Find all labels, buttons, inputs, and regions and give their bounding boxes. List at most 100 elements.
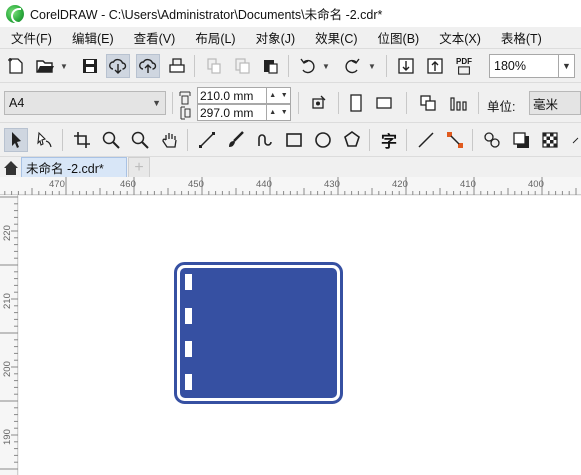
page-width-icon [178,89,192,105]
undo-dropdown-icon[interactable]: ▼ [322,62,330,71]
ruler-label-v: 190 [2,429,13,445]
eyedropper-tool-icon[interactable] [566,128,581,152]
horizontal-ruler[interactable]: 470 460 450 440 430 420 410 400 [0,177,581,195]
notebook-cover [180,268,337,398]
separator [194,55,195,77]
redo-dropdown-icon[interactable]: ▼ [368,62,376,71]
menu-bar: 文件(F) 编辑(E) 查看(V) 布局(L) 对象(J) 效果(C) 位图(B… [0,27,581,48]
text-tool-icon[interactable]: 字 [377,128,401,152]
separator [478,92,479,114]
zoom-tool-icon[interactable] [99,128,123,152]
export-icon[interactable] [423,54,447,78]
transparency-tool-icon[interactable] [538,128,562,152]
ruler-label-h: 410 [460,179,476,190]
menu-file[interactable]: 文件(F) [0,28,62,47]
redo-icon[interactable] [340,54,364,78]
pan-tool-icon[interactable] [158,128,182,152]
page-width-spinner[interactable]: ▲ ▼ [267,87,291,104]
connector-tool-icon[interactable] [443,128,467,152]
menu-layout[interactable]: 布局(L) [185,28,245,47]
polygon-tool-icon[interactable] [340,128,364,152]
units-label: 单位: [487,100,516,114]
menu-view[interactable]: 查看(V) [124,28,186,47]
artistic-media-tool-icon[interactable] [224,128,248,152]
page-height-icon [178,106,192,120]
cloud-upload-icon[interactable] [136,54,160,78]
vertical-ruler[interactable]: 220 210 200 190 [0,195,18,475]
home-icon[interactable] [2,159,20,177]
chevron-down-icon: ▼ [152,98,161,108]
ruler-label-v: 200 [2,361,13,377]
publish-pdf-icon[interactable]: PDF [452,54,476,78]
menu-text[interactable]: 文本(X) [429,28,491,47]
standard-toolbar: ▼ ▼ ▼ PDF 180% ▼ [0,48,581,82]
ruler-label-h: 400 [528,179,544,190]
undo-icon[interactable] [296,54,320,78]
pdf-label: PDF [456,57,472,66]
freehand-tool-icon[interactable] [195,128,219,152]
page-size-select[interactable]: A4 ▼ [4,91,166,115]
vertical-ruler-ticks: 220 210 200 190 [0,196,18,470]
property-bar: A4 ▼ 210.0 mm ▲ ▼ 297.0 mm ▲ ▼ 单位: 毫米 [0,82,581,122]
paste-icon[interactable] [258,54,282,78]
ruler-label-h: 430 [324,179,340,190]
separator [406,129,407,151]
shape-tool-icon[interactable] [33,128,57,152]
rectangle-tool-icon[interactable] [282,128,306,152]
pick-tool-icon[interactable] [4,128,28,152]
menu-effects[interactable]: 效果(C) [305,28,367,47]
open-dropdown-icon[interactable]: ▼ [60,62,68,71]
window-title: CorelDRAW - C:\Users\Administrator\Docum… [30,8,383,22]
separator [338,92,339,114]
units-select[interactable]: 毫米 [529,91,581,115]
save-icon[interactable] [78,54,102,78]
separator [288,55,289,77]
cut-icon[interactable] [202,54,226,78]
parallel-dimension-tool-icon[interactable] [414,128,438,152]
separator [298,92,299,114]
horizontal-ruler-ticks: 470 460 450 440 430 420 410 400 [4,177,577,195]
menu-edit[interactable]: 编辑(E) [62,28,124,47]
separator [472,129,473,151]
copy-icon[interactable] [230,54,254,78]
portrait-orientation-icon[interactable] [344,91,368,115]
zoom-level-input[interactable]: 180% [489,54,559,78]
separator [386,55,387,77]
menu-bitmaps[interactable]: 位图(B) [368,28,430,47]
separator [369,129,370,151]
toolbox: 字 [0,122,581,156]
zoom-dropdown-icon[interactable]: ▼ [559,54,575,78]
smart-drawing-tool-icon[interactable] [253,128,277,152]
add-tab-button[interactable]: + [128,157,150,178]
import-icon[interactable] [394,54,418,78]
all-pages-icon[interactable] [416,91,440,115]
open-folder-icon[interactable] [33,54,57,78]
document-tab-bar: 未命名 -2.cdr* + [0,156,581,178]
current-page-icon[interactable] [446,91,470,115]
ellipse-tool-icon[interactable] [311,128,335,152]
drop-shadow-tool-icon[interactable] [509,128,533,152]
separator [172,92,173,114]
new-document-icon[interactable] [4,54,28,78]
menu-object[interactable]: 对象(J) [246,28,306,47]
page-options-icon[interactable] [306,91,330,115]
cloud-download-icon[interactable] [106,54,130,78]
notebook-shape[interactable] [174,262,343,404]
page-height-spinner[interactable]: ▲ ▼ [267,104,291,121]
separator [406,92,407,114]
ruler-label-h: 440 [256,179,272,190]
separator [187,129,188,151]
landscape-orientation-icon[interactable] [372,91,396,115]
tab-document[interactable]: 未命名 -2.cdr* [21,157,127,178]
menu-table[interactable]: 表格(T) [491,28,552,47]
ruler-label-h: 450 [188,179,204,190]
crop-tool-icon[interactable] [70,128,94,152]
ruler-label-h: 470 [49,179,65,190]
page-width-input[interactable]: 210.0 mm [197,87,267,104]
print-icon[interactable] [165,54,189,78]
page-height-input[interactable]: 297.0 mm [197,104,267,121]
zoom-out-tool-icon[interactable] [128,128,152,152]
blend-tool-icon[interactable] [480,128,504,152]
ruler-label-v: 220 [2,225,13,241]
drawing-canvas[interactable] [19,196,581,475]
